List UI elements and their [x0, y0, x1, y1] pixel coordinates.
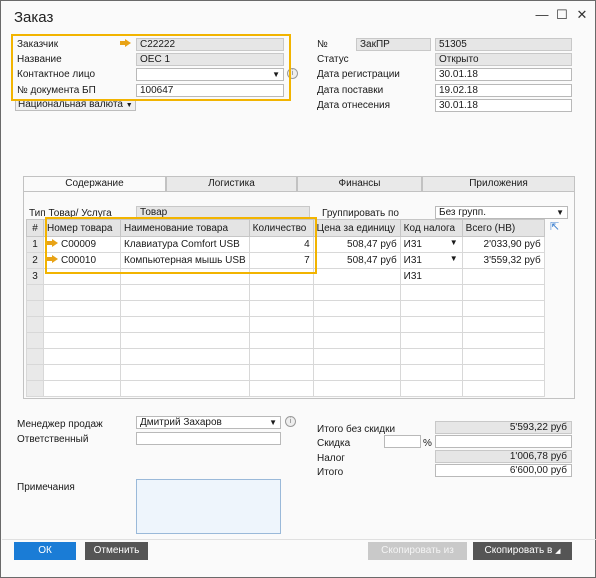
empty-row	[26, 284, 545, 301]
reg-date-field[interactable]: 30.01.18	[435, 68, 572, 81]
discount-label: Скидка	[317, 438, 351, 449]
highlight-header-box	[11, 34, 291, 101]
tab-bar: Содержание Логистика Финансы Приложения	[23, 176, 575, 192]
row-index: 2	[26, 252, 44, 269]
discount-amount-field[interactable]	[435, 435, 572, 448]
ok-button[interactable]: ОК	[14, 542, 76, 560]
tax-field: 1'006,78 руб	[435, 450, 572, 463]
chevron-down-icon[interactable]: ▼	[450, 254, 458, 263]
empty-row	[26, 332, 545, 349]
caret-down-icon: ◢	[555, 548, 561, 555]
delivery-date-field[interactable]: 19.02.18	[435, 84, 572, 97]
series-field[interactable]: ЗакПР	[356, 38, 431, 51]
total-cell[interactable]: 3'559,32 руб	[461, 252, 545, 269]
status-field: Открыто	[435, 53, 572, 66]
copy-to-button[interactable]: Скопировать в ◢	[473, 542, 572, 560]
percent-sign: %	[423, 438, 432, 449]
total-field[interactable]: 6'600,00 руб	[435, 464, 572, 477]
window-title: Заказ	[14, 9, 54, 26]
col-header-total[interactable]: Всего (НВ)	[461, 219, 545, 237]
info-icon[interactable]: i	[285, 416, 296, 427]
highlight-items-box	[45, 217, 317, 274]
minimize-icon[interactable]: —	[534, 7, 550, 22]
empty-row	[26, 316, 545, 333]
total-cell[interactable]	[461, 268, 545, 285]
empty-row	[26, 364, 545, 381]
total-cell[interactable]: 2'033,90 руб	[461, 236, 545, 253]
row-index: 3	[26, 268, 44, 285]
empty-row	[26, 300, 545, 317]
remarks-textarea[interactable]	[136, 479, 281, 534]
expand-icon[interactable]: ⇱	[550, 221, 562, 233]
tab-logistics[interactable]: Логистика	[166, 176, 297, 192]
tab-contents[interactable]: Содержание	[23, 176, 166, 192]
unit-price-cell[interactable]	[312, 268, 401, 285]
group-by-dropdown[interactable]: Без групп. ▼	[435, 206, 568, 219]
group-by-label: Группировать по	[322, 208, 399, 219]
total-label: Итого	[317, 467, 344, 478]
number-field: 51305	[435, 38, 572, 51]
chevron-down-icon[interactable]: ▼	[450, 238, 458, 247]
unit-price-cell[interactable]: 508,47 руб	[312, 236, 401, 253]
delivery-date-label: Дата поставки	[317, 85, 384, 96]
posting-date-field[interactable]: 30.01.18	[435, 99, 572, 112]
cancel-button[interactable]: Отменить	[85, 542, 148, 560]
tab-finance[interactable]: Финансы	[297, 176, 422, 192]
number-label: №	[317, 39, 328, 50]
chevron-down-icon: ▼	[556, 208, 564, 217]
reg-date-label: Дата регистрации	[317, 69, 400, 80]
col-header-index: #	[26, 219, 44, 237]
footer-divider	[2, 539, 596, 540]
before-discount-field: 5'593,22 руб	[435, 421, 572, 434]
tax-label: Налог	[317, 453, 345, 464]
tax-code-cell[interactable]: И31 ▼	[399, 236, 463, 253]
maximize-icon[interactable]: ☐	[554, 7, 570, 23]
close-icon[interactable]: ✕	[574, 7, 590, 23]
responsible-label: Ответственный	[17, 434, 89, 445]
caret-down-icon: ▼	[125, 102, 133, 109]
tab-attachments[interactable]: Приложения	[422, 176, 575, 192]
col-header-unit-price[interactable]: Цена за единицу	[312, 219, 401, 237]
sales-manager-label: Менеджер продаж	[17, 419, 103, 430]
before-discount-label: Итого без скидки	[317, 424, 396, 435]
discount-percent-field[interactable]	[384, 435, 421, 448]
unit-price-cell[interactable]: 508,47 руб	[312, 252, 401, 269]
order-window: Заказ — ☐ ✕ Заказчик C22222 Название OEC…	[0, 0, 596, 578]
responsible-field[interactable]	[136, 432, 281, 445]
empty-row	[26, 380, 545, 397]
sales-manager-dropdown[interactable]: Дмитрий Захаров ▼	[136, 416, 281, 429]
remarks-label: Примечания	[17, 482, 75, 493]
copy-from-button[interactable]: Скопировать из	[368, 542, 467, 560]
chevron-down-icon: ▼	[269, 418, 277, 427]
col-header-tax-code[interactable]: Код налога	[399, 219, 463, 237]
empty-row	[26, 348, 545, 365]
status-label: Статус	[317, 54, 349, 65]
row-index: 1	[26, 236, 44, 253]
posting-date-label: Дата отнесения	[317, 100, 391, 111]
tax-code-cell[interactable]: И31 ▼	[399, 252, 463, 269]
tax-code-cell[interactable]: И31	[399, 268, 463, 285]
